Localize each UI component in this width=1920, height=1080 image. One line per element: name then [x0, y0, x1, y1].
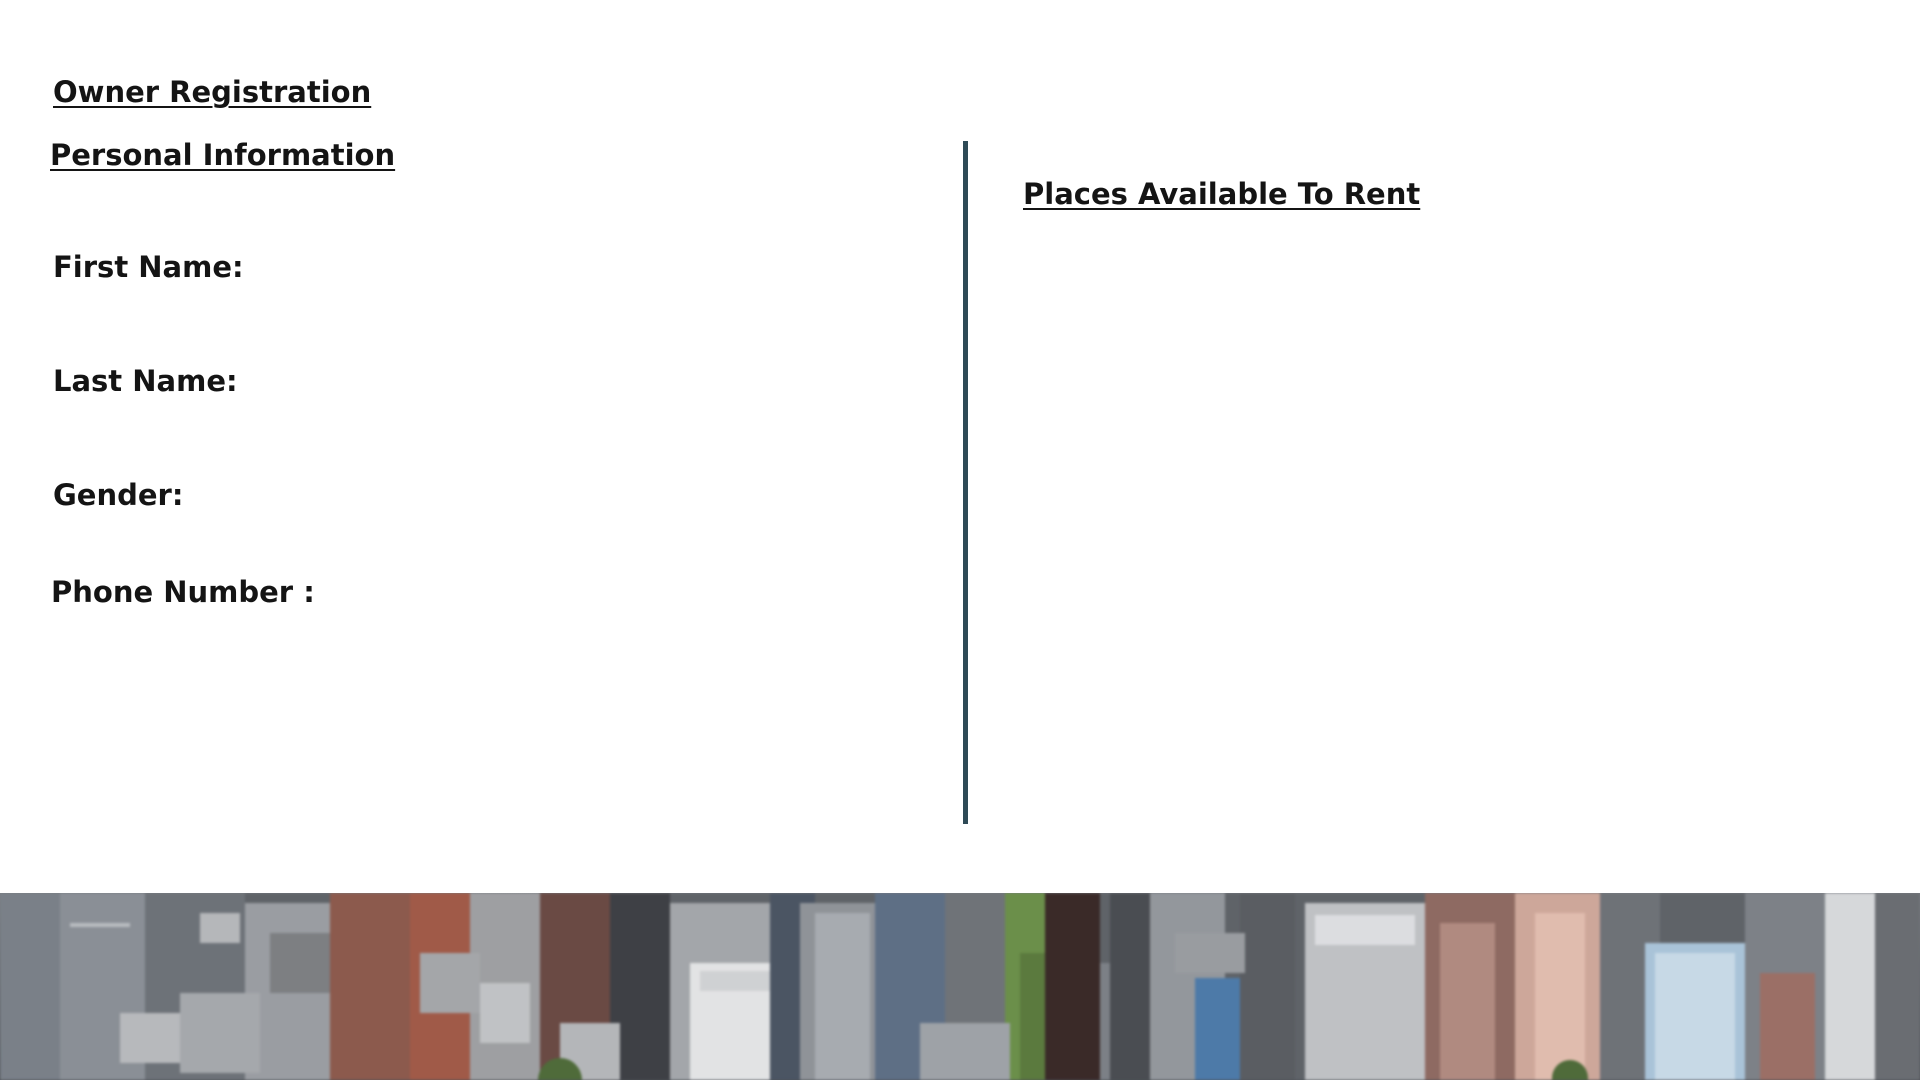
- places-available-heading: Places Available To Rent: [1023, 177, 1421, 211]
- gender-label: Gender:: [53, 478, 184, 512]
- personal-information-heading: Personal Information: [50, 138, 396, 172]
- first-name-label: First Name:: [53, 250, 244, 284]
- last-name-label: Last Name:: [53, 364, 238, 398]
- city-skyline-image: [0, 893, 1920, 1080]
- city-buildings-illustration: [0, 893, 1920, 1080]
- owner-registration-page: Owner Registration Personal Information …: [0, 0, 1920, 1080]
- page-title: Owner Registration: [53, 75, 372, 109]
- phone-number-label: Phone Number :: [51, 575, 315, 609]
- section-divider: [963, 141, 968, 824]
